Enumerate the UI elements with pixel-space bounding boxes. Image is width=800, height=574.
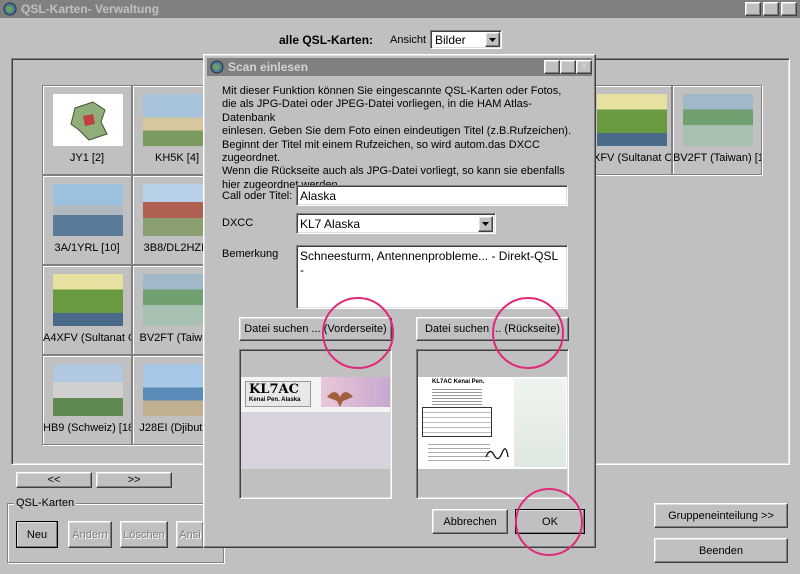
thumbnail-item[interactable]: A4XFV (Sultanat O bbox=[42, 265, 132, 355]
chevron-down-icon[interactable] bbox=[478, 216, 493, 232]
cancel-button[interactable]: Abbrechen bbox=[432, 509, 508, 534]
signature-icon bbox=[485, 448, 509, 460]
main-title-bar: QSL-Karten- Verwaltung _ ▫ × bbox=[0, 0, 800, 18]
wetland-photo bbox=[683, 94, 753, 146]
dxcc-label: DXCC bbox=[222, 217, 254, 229]
close-button[interactable]: × bbox=[781, 2, 797, 16]
thumbnail-item[interactable]: 3A/1YRL [10] bbox=[42, 175, 132, 265]
next-page-button[interactable]: >> bbox=[96, 472, 172, 488]
view-label: Ansicht bbox=[390, 34, 427, 46]
thumbnail-label: JY1 [2] bbox=[69, 152, 105, 164]
thumbnail-label: A4XFV (Sultanat O bbox=[43, 332, 131, 344]
jordan-map-icon bbox=[53, 94, 123, 146]
view-button[interactable]: Ansi bbox=[176, 521, 204, 548]
front-card-subtext: Kenai Pen. Alaska bbox=[249, 397, 301, 403]
scan-globe-icon bbox=[210, 60, 224, 74]
back-card-image: KL7AC Kenai Pen. bbox=[418, 377, 567, 469]
grouping-button[interactable]: Gruppeneinteilung >> bbox=[654, 503, 788, 528]
qsl-group-title: QSL-Karten bbox=[14, 497, 77, 509]
park-photo bbox=[597, 94, 667, 146]
highlight-circle-back bbox=[492, 297, 564, 369]
chevron-down-icon[interactable] bbox=[485, 32, 500, 47]
dialog-maximize-button[interactable]: ▫ bbox=[560, 60, 576, 74]
highlight-circle-front bbox=[322, 297, 394, 369]
dialog-intro-text: Mit dieser Funktion können Sie eingescan… bbox=[222, 85, 572, 191]
restore-button[interactable]: ▫ bbox=[763, 2, 779, 16]
park-photo bbox=[53, 274, 123, 326]
back-preview: KL7AC Kenai Pen. bbox=[416, 349, 569, 499]
app-globe-icon bbox=[3, 2, 17, 16]
dialog-close-button[interactable]: × bbox=[576, 60, 592, 74]
bird-icon bbox=[327, 392, 353, 407]
thumbnail-item[interactable]: JY1 [2] bbox=[42, 85, 132, 175]
callsign-label: Call oder Titel: bbox=[222, 190, 293, 202]
dialog-title: Scan einlesen bbox=[228, 60, 309, 74]
front-card-callsign: KL7AC bbox=[249, 382, 299, 397]
thumbnail-item[interactable]: BV2FT (Taiwan) [1 bbox=[672, 85, 762, 175]
thumbnail-label: 3A/1YRL [10] bbox=[54, 242, 120, 254]
remark-label: Bemerkung bbox=[222, 248, 279, 260]
callsign-input[interactable]: Alaska bbox=[296, 185, 568, 206]
front-card-image: KL7AC Kenai Pen. Alaska bbox=[241, 377, 390, 469]
thumbnail-item[interactable]: HB9 (Schweiz) [18 bbox=[42, 355, 132, 445]
front-preview: KL7AC Kenai Pen. Alaska bbox=[239, 349, 392, 499]
highlight-circle-ok bbox=[515, 488, 583, 556]
city-skyline-photo bbox=[53, 184, 123, 236]
main-window-title: QSL-Karten- Verwaltung bbox=[21, 2, 160, 16]
exit-button[interactable]: Beenden bbox=[654, 538, 788, 563]
dxcc-select[interactable]: KL7 Alaska bbox=[296, 213, 496, 234]
delete-button[interactable]: Löschen bbox=[120, 521, 168, 548]
minimize-button[interactable]: _ bbox=[745, 2, 761, 16]
edit-button[interactable]: Ändern bbox=[68, 521, 112, 548]
prev-page-button[interactable]: << bbox=[16, 472, 92, 488]
town-photo bbox=[53, 364, 123, 416]
new-button[interactable]: Neu bbox=[16, 521, 58, 548]
thumbnail-label: XFV (Sultanat O bbox=[593, 152, 671, 164]
thumbnail-label: BV2FT (Taiwan) [1 bbox=[673, 152, 761, 164]
thumbnail-item[interactable]: XFV (Sultanat O bbox=[592, 85, 672, 175]
view-select[interactable]: Bilder bbox=[430, 30, 502, 49]
dialog-title-bar: Scan einlesen _ ▫ × bbox=[207, 58, 592, 76]
thumbnail-label: HB9 (Schweiz) [18 bbox=[43, 422, 131, 434]
back-card-header: KL7AC Kenai Pen. bbox=[432, 379, 485, 385]
dialog-minimize-button[interactable]: _ bbox=[544, 60, 560, 74]
cards-heading: alle QSL-Karten: bbox=[279, 33, 374, 47]
